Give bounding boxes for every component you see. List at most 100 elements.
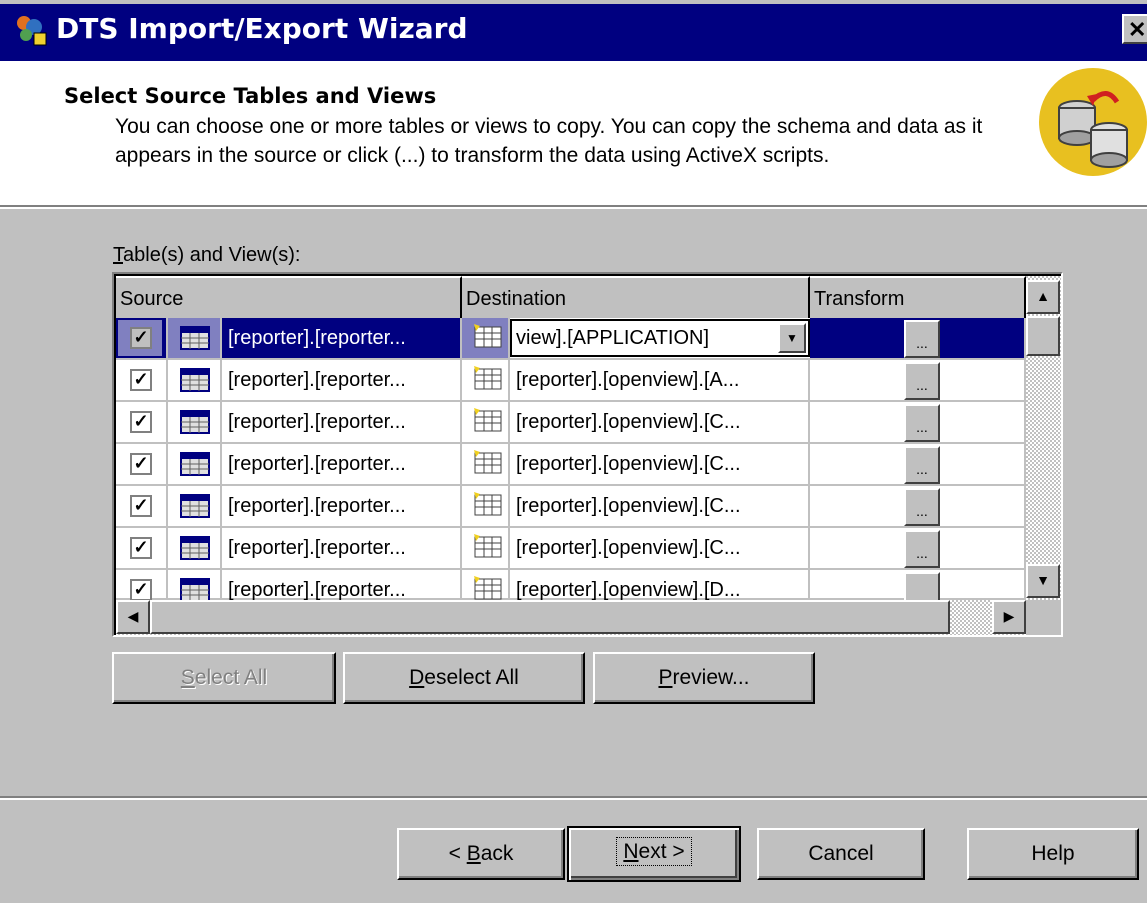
table-icon	[180, 494, 210, 518]
row-checkbox[interactable]: ✓	[130, 453, 152, 475]
source-cell: [reporter].[reporter...	[222, 444, 462, 484]
source-cell: [reporter].[reporter...	[222, 528, 462, 568]
transform-button[interactable]: ...	[904, 446, 940, 484]
tables-views-label: Table(s) and View(s):	[113, 244, 300, 267]
source-cell: [reporter].[reporter...	[222, 486, 462, 526]
transform-cell: ...	[810, 318, 1026, 358]
destination-cell[interactable]: [reporter].[openview].[A...	[510, 360, 810, 400]
scroll-left-button[interactable]: ◀	[116, 600, 150, 634]
transform-button[interactable]: ...	[904, 320, 940, 358]
preview-accel: P	[658, 666, 673, 689]
destination-icon-cell	[462, 318, 510, 358]
row-checkbox[interactable]: ✓	[130, 579, 152, 601]
next-button[interactable]: Next >	[567, 826, 741, 882]
destination-cell[interactable]: [reporter].[openview].[C...	[510, 402, 810, 442]
next-accel: N	[623, 840, 639, 863]
source-icon-cell	[168, 444, 222, 484]
checkmark-icon: ✓	[133, 327, 149, 347]
horizontal-scrollbar[interactable]: ◀ ▶	[116, 600, 1026, 635]
row-check-cell: ✓	[116, 486, 168, 526]
transform-button[interactable]: ...	[904, 488, 940, 526]
row-checkbox[interactable]: ✓	[130, 369, 152, 391]
row-checkbox[interactable]: ✓	[130, 411, 152, 433]
scroll-down-button[interactable]: ▼	[1026, 564, 1060, 598]
table-icon	[180, 410, 210, 434]
table-row[interactable]: ✓ [reporter].[reporter... [reporter].[op…	[116, 360, 1026, 402]
label-text: able(s) and View(s):	[123, 244, 301, 266]
row-check-cell: ✓	[116, 528, 168, 568]
new-table-icon	[474, 492, 502, 516]
select-all-label: elect All	[194, 666, 268, 689]
table-row[interactable]: ✓ [reporter].[reporter... [reporter].[op…	[116, 528, 1026, 570]
table-icon	[180, 368, 210, 392]
select-all-accel: S	[180, 666, 195, 689]
back-button[interactable]: < Back	[397, 828, 565, 880]
deselect-all-button[interactable]: Deselect All	[343, 652, 585, 704]
destination-cell[interactable]: [reporter].[openview].[C...	[510, 444, 810, 484]
deselect-all-accel: D	[409, 666, 425, 689]
close-button[interactable]: ✕	[1122, 14, 1147, 44]
transform-cell: ...	[810, 402, 1026, 442]
horizontal-scroll-thumb[interactable]	[150, 600, 950, 634]
table-row[interactable]: ✓ [reporter].[reporter... [reporter].[op…	[116, 402, 1026, 444]
transform-button[interactable]: ...	[904, 404, 940, 442]
table-row[interactable]: ✓ [reporter].[reporter... [reporter].[op…	[116, 444, 1026, 486]
new-table-icon	[474, 366, 502, 390]
preview-button[interactable]: Preview...	[593, 652, 815, 704]
row-checkbox[interactable]: ✓	[130, 537, 152, 559]
source-cell: [reporter].[reporter...	[222, 360, 462, 400]
footer-divider-highlight	[0, 798, 1147, 800]
scroll-corner	[1026, 600, 1061, 635]
destination-cell[interactable]: [reporter].[openview].[C...	[510, 486, 810, 526]
transform-button[interactable]: ...	[904, 530, 940, 568]
new-table-icon	[474, 534, 502, 558]
row-check-cell: ✓	[116, 402, 168, 442]
source-icon-cell	[168, 402, 222, 442]
scroll-right-button[interactable]: ▶	[992, 600, 1026, 634]
transform-button[interactable]: ...	[904, 362, 940, 400]
combo-dropdown-button[interactable]: ▼	[778, 323, 806, 353]
source-cell: [reporter].[reporter...	[222, 402, 462, 442]
table-row[interactable]: ✓ [reporter].[reporter... [reporter].[op…	[116, 570, 1026, 610]
header-divider-highlight	[0, 207, 1147, 209]
back-prefix: <	[448, 842, 467, 865]
transform-cell: ...	[810, 528, 1026, 568]
new-table-icon	[474, 408, 502, 432]
table-row[interactable]: ✓ [reporter].[reporter... view].[APPLICA…	[116, 318, 1026, 360]
column-header-transform[interactable]: Transform	[810, 276, 1026, 318]
page-description: You can choose one or more tables or vie…	[115, 115, 983, 167]
vertical-scrollbar[interactable]: ▲ ▼	[1026, 276, 1061, 600]
window-title: DTS Import/Export Wizard	[56, 12, 468, 45]
checkmark-icon: ✓	[133, 411, 149, 431]
row-checkbox[interactable]: ✓	[130, 327, 152, 349]
arrow-left-icon: ◀	[127, 608, 139, 624]
column-header-destination[interactable]: Destination	[462, 276, 810, 318]
close-icon: ✕	[1128, 17, 1147, 42]
checkmark-icon: ✓	[133, 453, 149, 473]
new-table-icon	[474, 576, 502, 600]
destination-cell[interactable]: [reporter].[openview].[C...	[510, 528, 810, 568]
row-checkbox[interactable]: ✓	[130, 495, 152, 517]
destination-icon-cell	[462, 528, 510, 568]
table-icon	[180, 326, 210, 350]
column-header-source[interactable]: Source	[116, 276, 462, 318]
vertical-scroll-thumb[interactable]	[1026, 316, 1060, 356]
transform-cell: ...	[810, 444, 1026, 484]
destination-combo[interactable]: view].[APPLICATION] ▼	[510, 319, 810, 357]
help-button[interactable]: Help	[967, 828, 1139, 880]
title-bar[interactable]: DTS Import/Export Wizard ✕	[0, 0, 1147, 61]
source-icon-cell	[168, 486, 222, 526]
checkmark-icon: ✓	[133, 495, 149, 515]
select-all-button[interactable]: Select All	[112, 652, 336, 704]
chevron-down-icon: ▼	[786, 331, 798, 345]
destination-icon-cell	[462, 360, 510, 400]
scroll-up-button[interactable]: ▲	[1026, 280, 1060, 314]
table-row[interactable]: ✓ [reporter].[reporter... [reporter].[op…	[116, 486, 1026, 528]
tables-grid[interactable]: Source Destination Transform ✓ [reporter…	[112, 272, 1063, 637]
transform-cell: ...	[810, 360, 1026, 400]
row-check-cell: ✓	[116, 360, 168, 400]
destination-combo-value: view].[APPLICATION]	[516, 327, 710, 349]
cancel-button[interactable]: Cancel	[757, 828, 925, 880]
table-icon	[180, 536, 210, 560]
destination-icon-cell	[462, 444, 510, 484]
